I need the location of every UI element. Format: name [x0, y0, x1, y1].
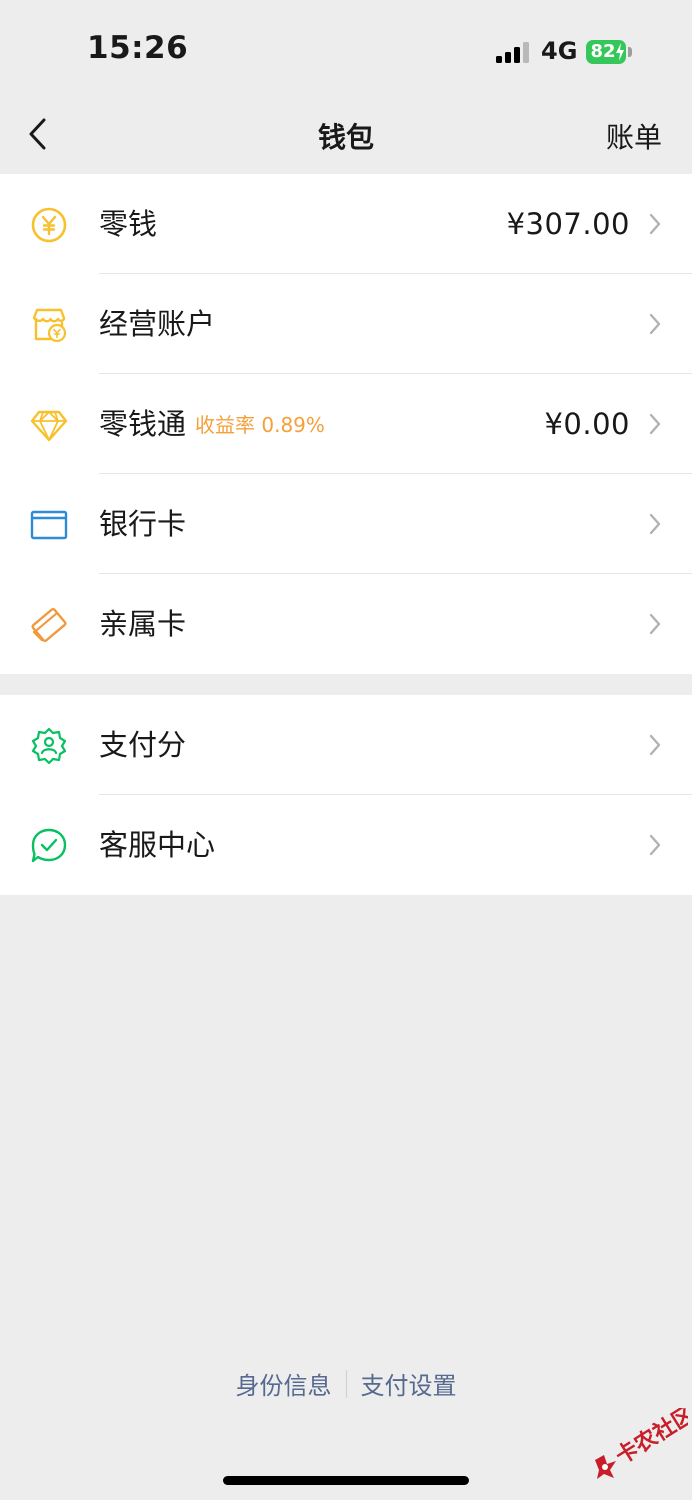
- network-type: 4G: [541, 37, 578, 65]
- row-label: 零钱通: [99, 407, 187, 441]
- home-indicator: [223, 1476, 469, 1485]
- watermark-text: 卡农社区: [611, 1408, 688, 1470]
- identity-info-link[interactable]: 身份信息: [236, 1366, 332, 1401]
- balance-value: ¥0.00: [544, 407, 630, 441]
- row-business-account[interactable]: 经营账户: [0, 274, 692, 374]
- row-customer-service[interactable]: 客服中心: [0, 795, 692, 895]
- badge-icon: [31, 727, 67, 765]
- row-label: 银行卡: [99, 507, 187, 541]
- yield-rate: 收益率 0.89%: [195, 413, 325, 437]
- row-change[interactable]: 零钱 ¥307.00: [0, 174, 692, 274]
- nav-bar: 钱包 账单: [0, 100, 692, 172]
- bill-button[interactable]: 账单: [606, 116, 662, 156]
- status-bar: 15:26 4G 82: [0, 0, 692, 100]
- wallet-list: 零钱 ¥307.00 经营账户 零钱通 收益率 0.89% ¥0.00 银行卡 …: [0, 174, 692, 674]
- charging-bolt-icon: [616, 43, 624, 61]
- chevron-right-icon: [649, 313, 661, 335]
- row-label: 经营账户: [99, 307, 216, 341]
- row-bank-card[interactable]: 银行卡: [0, 474, 692, 574]
- row-payscore[interactable]: 支付分: [0, 695, 692, 795]
- service-list: 支付分 客服中心: [0, 695, 692, 895]
- page-title: 钱包: [317, 121, 374, 154]
- footer-links: 身份信息 支付设置: [0, 1366, 692, 1402]
- battery-icon: 82: [586, 40, 626, 64]
- chevron-right-icon: [649, 834, 661, 856]
- row-label: 支付分: [99, 728, 187, 762]
- coin-icon: [31, 207, 67, 243]
- row-family-card[interactable]: 亲属卡: [0, 574, 692, 674]
- chevron-right-icon: [649, 413, 661, 435]
- footer-separator: [345, 1369, 347, 1398]
- status-time: 15:26: [87, 30, 189, 66]
- chevron-right-icon: [649, 213, 661, 235]
- signal-icon: [496, 41, 532, 63]
- service-icon: [31, 828, 67, 863]
- row-label: 客服中心: [99, 828, 216, 862]
- balance-value: ¥307.00: [506, 207, 630, 241]
- row-label: 亲属卡: [99, 607, 187, 641]
- watermark-logo: 卡农社区: [595, 1408, 688, 1479]
- card-icon: [30, 510, 68, 540]
- battery-level: 82: [590, 41, 616, 62]
- chevron-right-icon: [649, 513, 661, 535]
- battery-cap: [628, 47, 632, 57]
- shop-icon: [32, 308, 67, 343]
- chevron-right-icon: [649, 613, 661, 635]
- row-lingqiantong[interactable]: 零钱通 收益率 0.89% ¥0.00: [0, 374, 692, 474]
- family-card-icon: [31, 607, 67, 643]
- row-label: 零钱: [99, 207, 158, 241]
- chevron-right-icon: [649, 734, 661, 756]
- diamond-icon: [30, 410, 68, 442]
- payment-settings-link[interactable]: 支付设置: [361, 1366, 457, 1401]
